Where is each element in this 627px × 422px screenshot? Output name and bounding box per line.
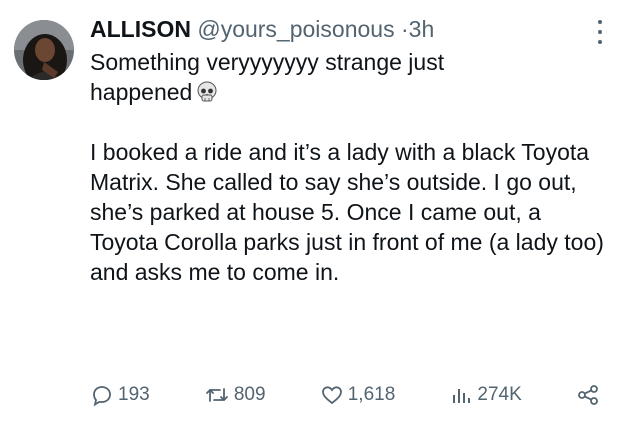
author-handle[interactable]: @yours_poisonous (197, 16, 394, 42)
reply-count: 193 (118, 384, 150, 405)
retweet-count: 809 (233, 384, 266, 405)
tweet-paragraph-2: I booked a ride and it’s a lady with a b… (90, 139, 604, 285)
tweet-body: Something veryyyyyyy strange just happen… (90, 47, 610, 287)
views-button[interactable]: 274K (449, 383, 522, 407)
reply-icon (90, 383, 114, 407)
tweet-actions: 193 809 1,618 274K (90, 380, 600, 410)
retweet-button[interactable]: 809 (204, 383, 266, 407)
more-options-icon[interactable] (595, 20, 605, 44)
tweet-line-2: happened (90, 77, 610, 107)
like-count: 1,618 (347, 384, 396, 405)
views-count: 274K (477, 384, 522, 405)
like-button[interactable]: 1,618 (320, 383, 396, 407)
reply-button[interactable]: 193 (90, 383, 150, 407)
timestamp[interactable]: 3h (409, 16, 435, 42)
separator-dot: · (400, 16, 409, 42)
tweet-line-2-text: happened (90, 79, 193, 105)
share-button[interactable] (576, 383, 600, 407)
tweet-header: ALLISON @yours_poisonous ·3h (90, 14, 587, 44)
skull-icon (196, 80, 218, 102)
tweet-line-1: Something veryyyyyyy strange just (90, 49, 445, 75)
heart-icon (320, 383, 344, 407)
views-icon (449, 383, 473, 407)
author-name[interactable]: ALLISON (90, 16, 191, 42)
retweet-icon (204, 383, 230, 407)
avatar[interactable] (14, 20, 74, 80)
share-icon (576, 383, 600, 407)
